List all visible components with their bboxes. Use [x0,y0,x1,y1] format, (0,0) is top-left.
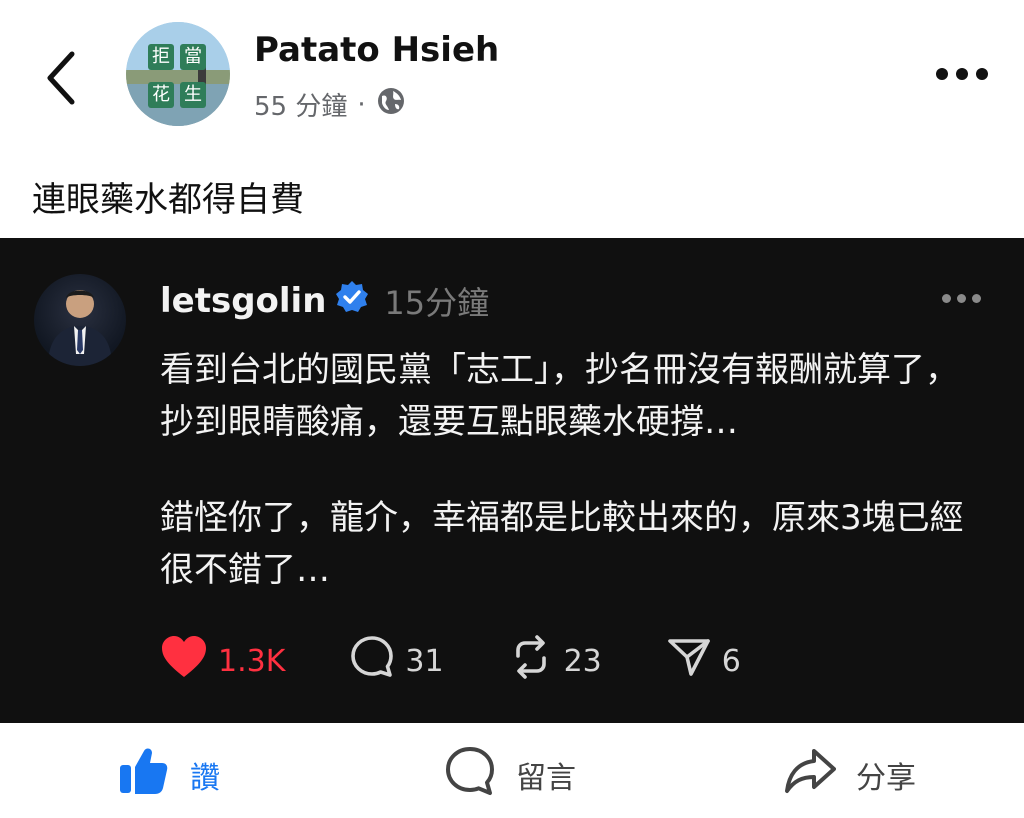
share-label: 分享 [856,761,916,796]
share-count: 6 [721,643,741,679]
meta-separator: · [357,89,366,120]
threads-user-line: letsgolin 15分鐘 [160,278,489,324]
author-avatar[interactable]: 拒 當 花 生 [126,22,230,126]
share-icon [784,745,836,805]
thumbs-up-icon [118,745,170,805]
threads-repost-button[interactable]: 23 [508,634,602,688]
threads-more-icon[interactable] [940,292,984,306]
post-header: 拒 當 花 生 Patato Hsieh 55 分鐘 · [0,0,1024,150]
like-button[interactable]: 讚 [118,745,220,805]
share-button[interactable]: 分享 [784,745,916,805]
avatar-text: 生 [180,82,206,108]
like-label: 讚 [190,761,220,796]
threads-paragraph-1: 看到台北的國民黨「志工」，抄名冊沒有報酬就算了，抄到眼睛酸痛，還要互點眼藥水硬撐… [160,350,959,442]
threads-actions: 1.3K 31 23 6 [160,634,805,688]
verified-badge-icon [334,279,370,324]
heart-icon [160,635,208,687]
comment-button[interactable]: 留言 [444,745,576,805]
post-caption: 連眼藥水都得自費 [32,180,304,220]
reply-count: 31 [405,643,444,679]
repost-count: 23 [563,643,602,679]
back-icon[interactable] [38,46,88,106]
send-icon [666,634,712,688]
avatar-text: 當 [180,44,206,70]
more-options-icon[interactable] [936,62,988,86]
author-name[interactable]: Patato Hsieh [254,30,499,70]
threads-paragraph-2: 錯怪你了，龍介，幸福都是比較出來的，原來3塊已經很不錯了… [160,498,964,590]
embedded-threads-post[interactable]: letsgolin 15分鐘 看到台北的國民黨「志工」，抄名冊沒有報酬就算了，抄… [0,238,1024,723]
threads-share-button[interactable]: 6 [666,634,741,688]
like-count: 1.3K [218,643,286,679]
threads-reply-button[interactable]: 31 [349,634,444,688]
comment-icon [349,634,395,688]
post-time[interactable]: 55 分鐘 [254,86,347,123]
comment-label: 留言 [516,761,576,796]
avatar-text: 拒 [148,44,174,70]
threads-username[interactable]: letsgolin [160,281,326,321]
avatar-text: 花 [148,82,174,108]
globe-icon [376,86,406,123]
user-avatar[interactable] [34,274,126,366]
threads-time: 15分鐘 [384,284,490,322]
threads-like-button[interactable]: 1.3K [160,635,285,687]
comment-icon [444,745,496,805]
post-action-bar: 讚 留言 分享 [0,723,1024,818]
post-meta: 55 分鐘 · [254,86,406,123]
repost-icon [508,634,554,688]
